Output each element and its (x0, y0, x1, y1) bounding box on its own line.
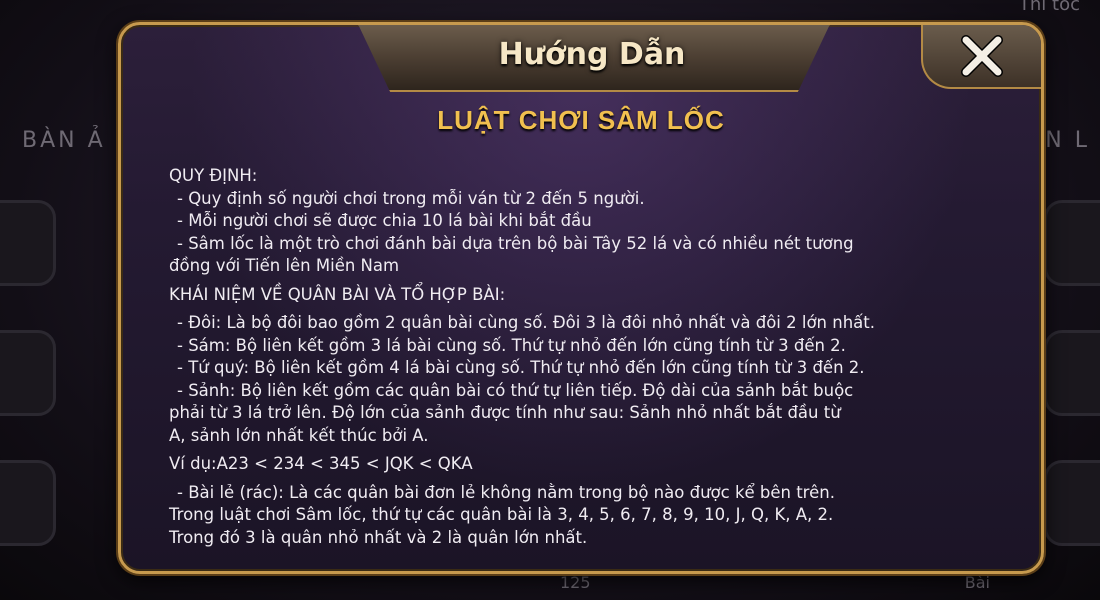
background-table-label-right: N L (1045, 128, 1090, 153)
dialog-title: Hướng Dẫn (498, 37, 686, 72)
section-heading: KHÁI NIỆM VỀ QUÂN BÀI VÀ TỔ HỢP BÀI: (169, 284, 506, 304)
rule-line: Trong luật chơi Sâm lốc, thứ tự các quân… (169, 505, 834, 524)
background-seat (0, 200, 56, 286)
rule-line: - Bài lẻ (rác): Là các quân bài đơn lẻ k… (177, 482, 835, 502)
background-seat (0, 330, 56, 416)
background-bottom-label-right: Bài (964, 573, 990, 592)
close-button[interactable] (921, 25, 1041, 89)
rule-line: - Sảnh: Bộ liên kết gồm các quân bài có … (177, 380, 854, 400)
section-heading: QUY ĐỊNH: (169, 166, 258, 185)
close-icon (961, 35, 1003, 77)
background-seat (1044, 330, 1100, 416)
background-seat (0, 460, 56, 546)
rule-line: Trong đó 3 là quân nhỏ nhất và 2 là quân… (169, 527, 588, 547)
rule-line: - Sám: Bộ liên kết gồm 3 lá bài cùng số.… (177, 335, 846, 355)
rule-line: A, sảnh lớn nhất kết thúc bởi A. (169, 425, 429, 445)
rules-content[interactable]: QUY ĐỊNH: - Quy định số người chơi trong… (169, 165, 1009, 561)
rules-title: LUẬT CHƠI SÂM LỐC (437, 105, 725, 135)
rule-line: - Sâm lốc là một trò chơi đánh bài dựa t… (177, 233, 854, 253)
rule-line: đồng với Tiến lên Miền Nam (169, 256, 400, 275)
rule-line: - Tứ quý: Bộ liên kết gồm 4 lá bài cùng … (177, 358, 865, 377)
rule-line: - Quy định số người chơi trong mỗi ván t… (177, 188, 645, 208)
example-line: Ví dụ:A23 < 234 < 345 < JQK < QKA (169, 454, 473, 473)
rule-line: phải từ 3 lá trở lên. Độ lớn của sảnh đư… (169, 403, 841, 422)
background-seat (1044, 460, 1100, 546)
background-top-right-label: Thi tốc (1018, 0, 1080, 15)
background-table-label-left: BÀN Ả (22, 128, 106, 153)
rule-line: - Đôi: Là bộ đôi bao gồm 2 quân bài cùng… (177, 313, 875, 332)
background-bottom-label-left: 125 (560, 573, 591, 592)
guide-dialog: Hướng Dẫn LUẬT CHƠI SÂM LỐC QUY ĐỊNH: - … (118, 22, 1044, 574)
rule-line: - Mỗi người chơi sẽ được chia 10 lá bài … (177, 211, 592, 230)
background-seat (1044, 200, 1100, 286)
